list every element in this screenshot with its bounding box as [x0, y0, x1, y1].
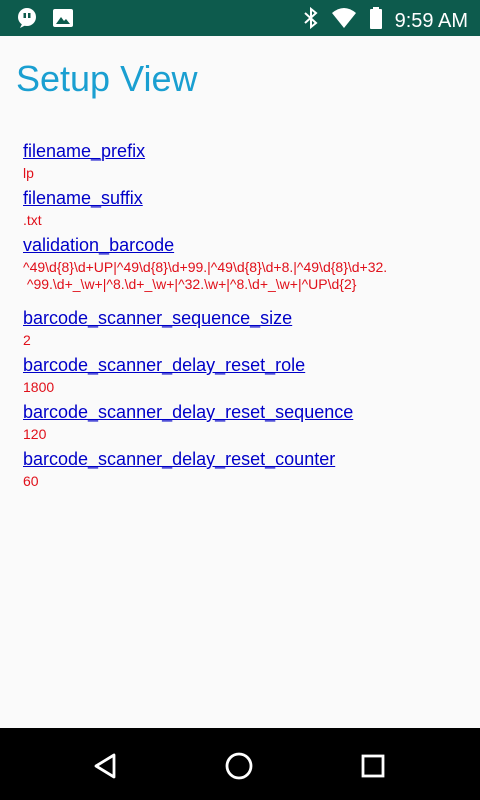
setting-key-barcode-scanner-sequence-size[interactable]: barcode_scanner_sequence_size — [23, 308, 463, 329]
setting-value-barcode-scanner-delay-reset-counter: 60 — [23, 473, 39, 489]
setting-value-barcode-scanner-delay-reset-sequence: 120 — [23, 426, 47, 442]
setting-barcode-scanner-sequence-size: barcode_scanner_sequence_size 2 — [23, 308, 463, 349]
setting-key-barcode-scanner-delay-reset-counter[interactable]: barcode_scanner_delay_reset_counter — [23, 449, 463, 470]
setting-key-barcode-scanner-delay-reset-role[interactable]: barcode_scanner_delay_reset_role — [23, 355, 463, 376]
page-title: Setup View — [16, 58, 198, 99]
setting-barcode-scanner-delay-reset-sequence: barcode_scanner_delay_reset_sequence 120 — [23, 402, 463, 443]
home-icon[interactable] — [221, 748, 257, 784]
setting-barcode-scanner-delay-reset-counter: barcode_scanner_delay_reset_counter 60 — [23, 449, 463, 490]
battery-icon — [369, 6, 383, 35]
setting-value-barcode-scanner-delay-reset-role: 1800 — [23, 379, 55, 395]
image-icon — [52, 7, 74, 34]
setting-key-validation-barcode[interactable]: validation_barcode — [23, 235, 463, 256]
back-icon[interactable] — [88, 748, 124, 784]
navigation-bar — [0, 728, 480, 800]
setting-value-validation-barcode: ^49\d{8}\d+UP|^49\d{8}\d+99.|^49\d{8}\d+… — [23, 259, 388, 292]
setting-key-filename-suffix[interactable]: filename_suffix — [23, 188, 463, 209]
setting-key-barcode-scanner-delay-reset-sequence[interactable]: barcode_scanner_delay_reset_sequence — [23, 402, 463, 423]
setting-filename-suffix: filename_suffix .txt — [23, 188, 463, 229]
wifi-icon — [331, 7, 357, 34]
settings-list: filename_prefix lp filename_suffix .txt … — [23, 141, 463, 496]
setting-value-filename-prefix: lp — [23, 165, 34, 181]
setting-filename-prefix: filename_prefix lp — [23, 141, 463, 182]
recents-icon[interactable] — [355, 748, 391, 784]
setting-value-filename-suffix: .txt — [23, 212, 42, 228]
status-right-icons: 9:59 AM — [303, 6, 468, 35]
setting-validation-barcode: validation_barcode ^49\d{8}\d+UP|^49\d{8… — [23, 235, 463, 293]
status-left-icons — [16, 7, 74, 34]
setting-value-barcode-scanner-sequence-size: 2 — [23, 332, 31, 348]
status-time: 9:59 AM — [394, 9, 468, 32]
setting-barcode-scanner-delay-reset-role: barcode_scanner_delay_reset_role 1800 — [23, 355, 463, 396]
status-bar: 9:59 AM — [0, 0, 480, 36]
notification-icon — [16, 7, 38, 34]
bluetooth-icon — [303, 6, 319, 35]
setting-key-filename-prefix[interactable]: filename_prefix — [23, 141, 463, 162]
